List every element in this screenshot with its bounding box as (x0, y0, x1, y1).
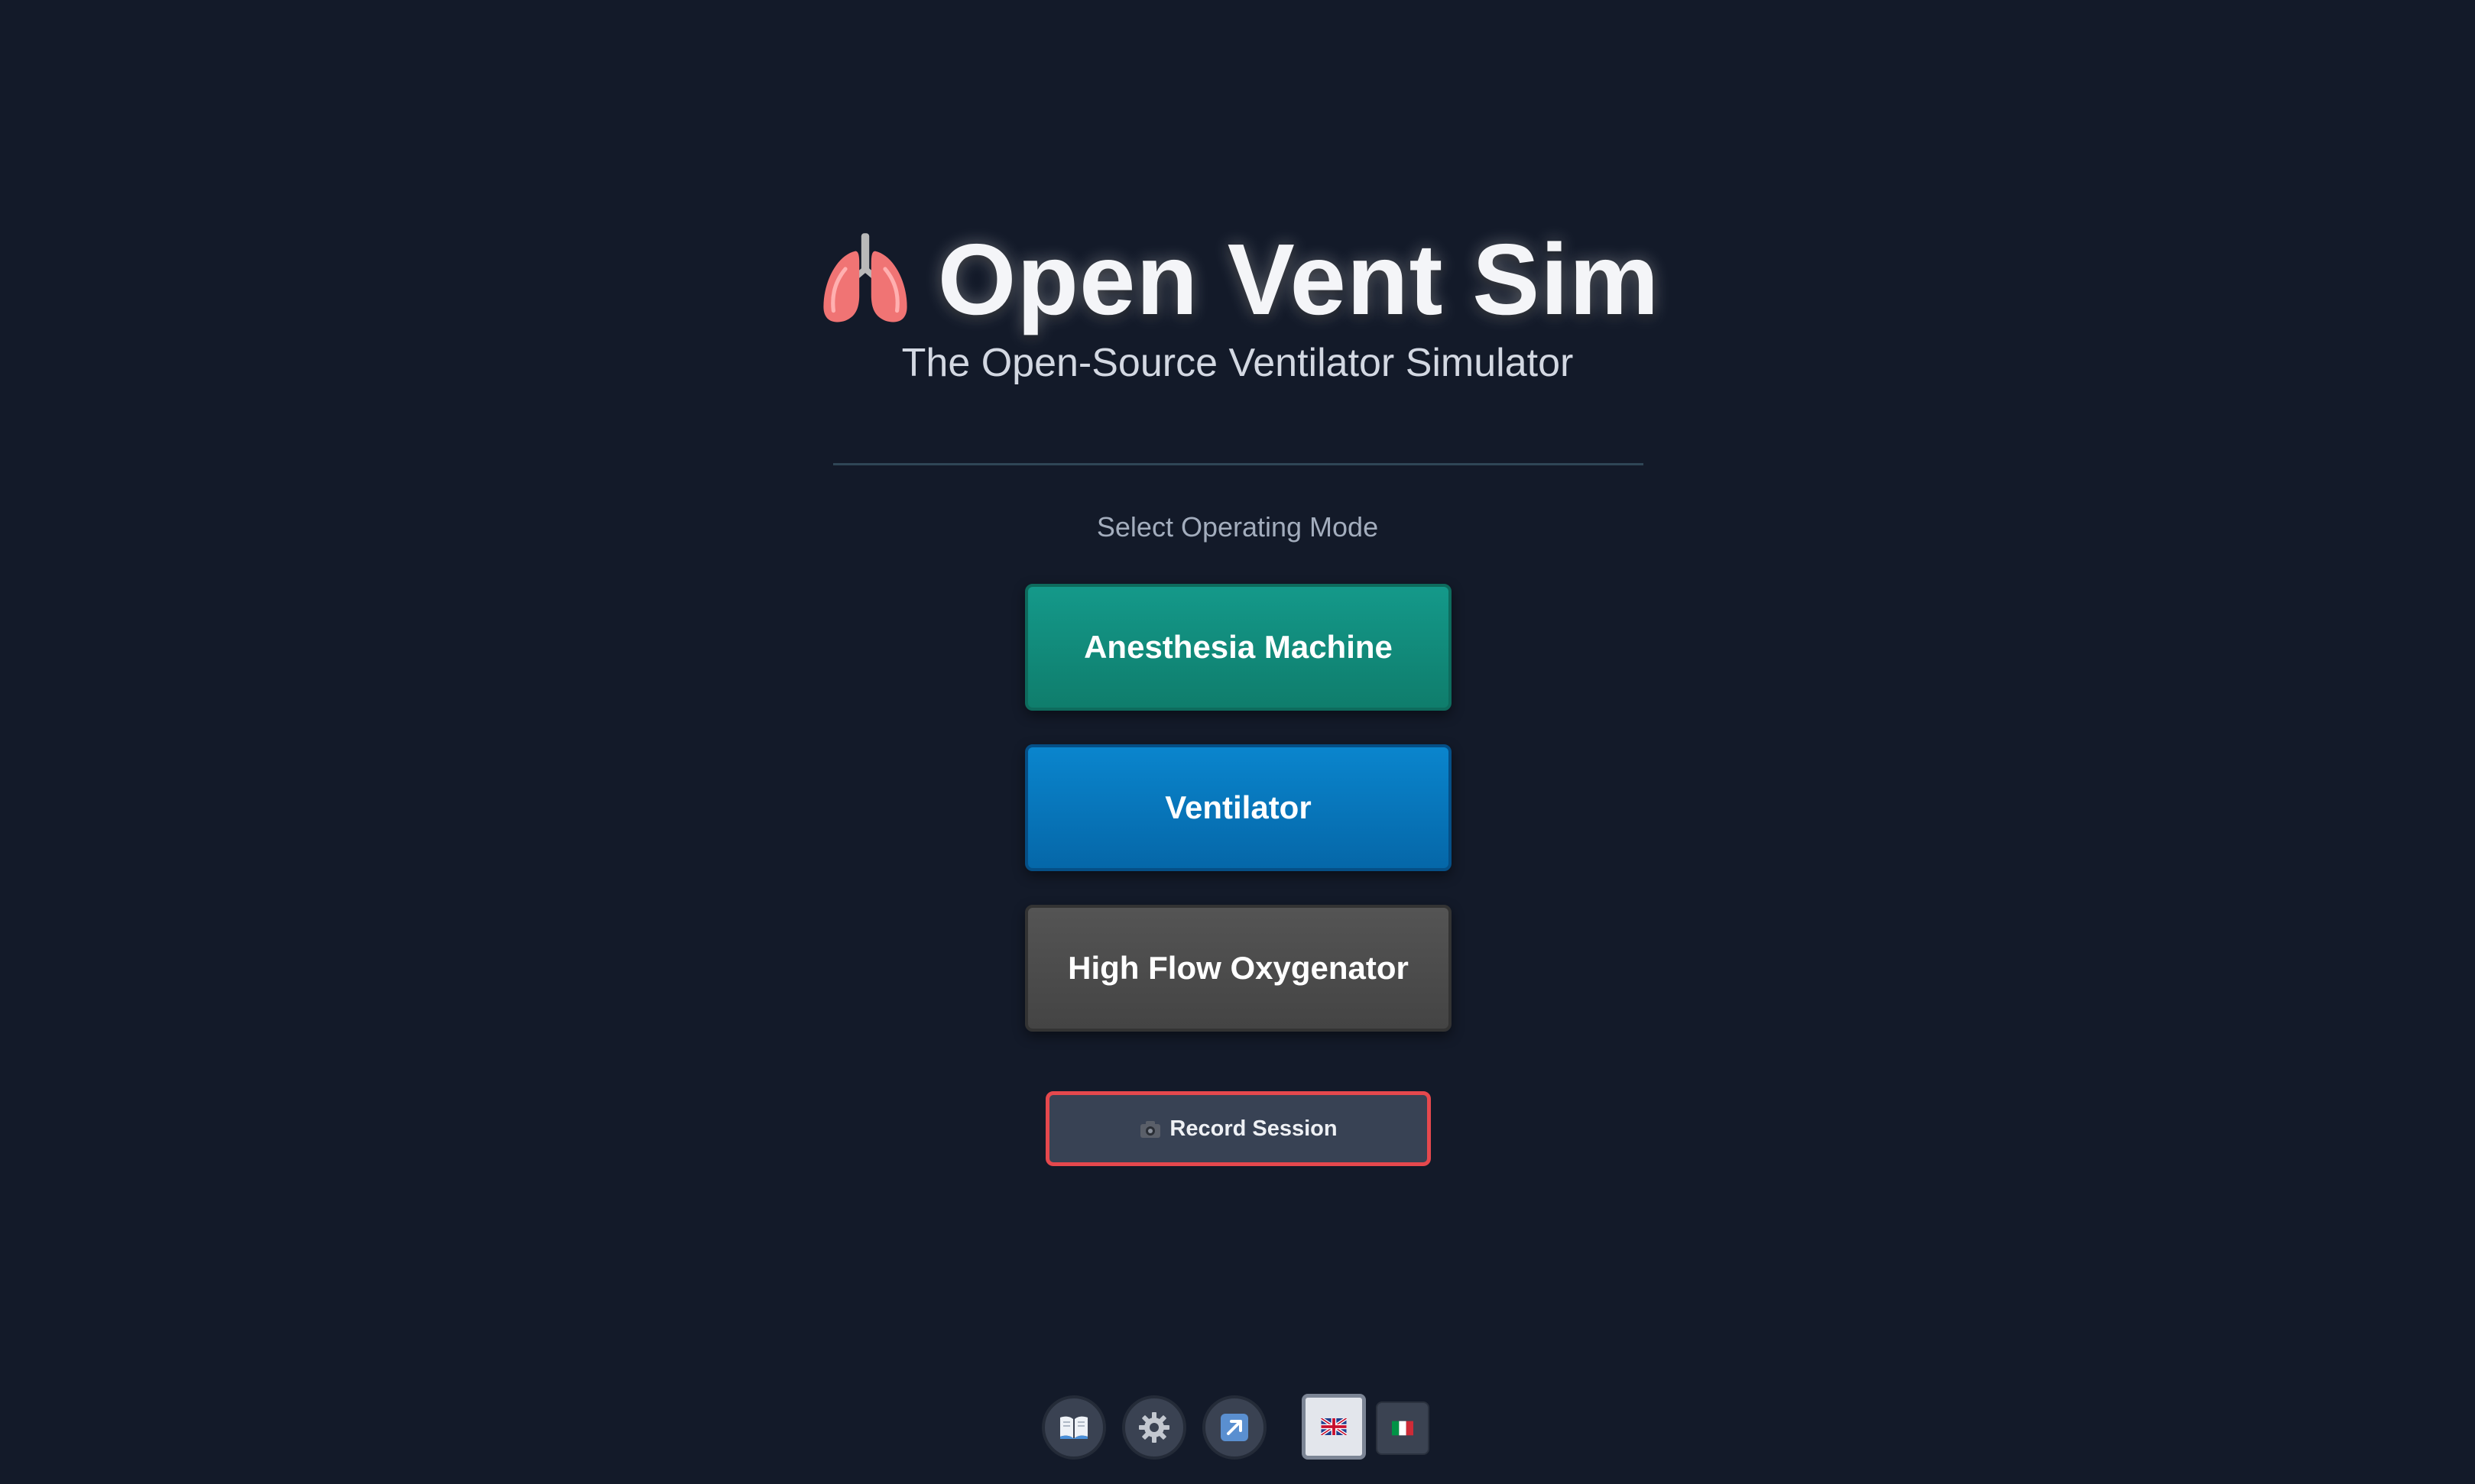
record-session-button[interactable]: Record Session (1046, 1091, 1431, 1166)
bottom-toolbar (0, 1394, 2475, 1461)
lungs-icon (823, 233, 907, 322)
anesthesia-machine-button[interactable]: Anesthesia Machine (1025, 584, 1452, 711)
main-screen: Open Vent Sim The Open-Source Ventilator… (0, 0, 2475, 1484)
italy-flag-icon (1392, 1421, 1413, 1436)
book-icon (1060, 1416, 1088, 1439)
language-english-button[interactable] (1302, 1394, 1366, 1460)
high-flow-oxygenator-button[interactable]: High Flow Oxygenator (1025, 905, 1452, 1032)
external-link-icon (1221, 1414, 1248, 1441)
open-external-button[interactable] (1202, 1395, 1267, 1460)
select-mode-label: Select Operating Mode (1096, 511, 1379, 543)
language-italian-button[interactable] (1376, 1401, 1429, 1455)
gear-icon (1139, 1412, 1169, 1443)
anesthesia-machine-label: Anesthesia Machine (1084, 629, 1393, 665)
camera-icon (1140, 1121, 1161, 1138)
ventilator-label: Ventilator (1165, 789, 1312, 825)
app-subtitle: The Open-Source Ventilator Simulator (901, 341, 1574, 385)
ventilator-button[interactable]: Ventilator (1025, 744, 1452, 871)
settings-button[interactable] (1122, 1395, 1186, 1460)
divider (833, 463, 1643, 465)
manual-button[interactable] (1042, 1395, 1106, 1460)
high-flow-oxygenator-label: High Flow Oxygenator (1068, 950, 1409, 986)
title-row: Open Vent Sim (0, 222, 2475, 336)
record-session-label: Record Session (1169, 1116, 1338, 1141)
app-title: Open Vent Sim (937, 222, 1660, 335)
uk-flag-icon (1321, 1418, 1347, 1435)
